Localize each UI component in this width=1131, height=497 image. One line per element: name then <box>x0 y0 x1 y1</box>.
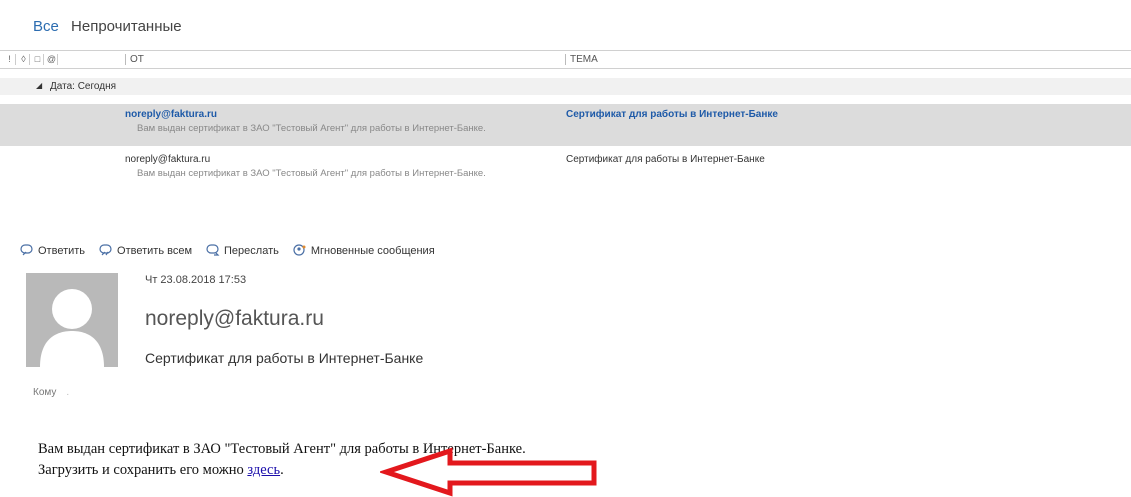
reply-all-button[interactable]: Ответить всем <box>99 244 192 257</box>
sent-date: Чт 23.08.2018 17:53 <box>145 274 247 286</box>
forward-button[interactable]: Переслать <box>206 244 279 257</box>
message-row[interactable]: noreply@faktura.ru Сертификат для работы… <box>0 104 1131 146</box>
message-preview: Вам выдан сертификат в ЗАО "Тестовый Аге… <box>137 168 486 179</box>
filter-tabs: Все Непрочитанные <box>33 18 190 35</box>
reply-all-icon <box>99 244 112 256</box>
reply-label: Ответить <box>38 244 86 257</box>
avatar <box>26 273 118 367</box>
reminder-icon[interactable]: ◊ <box>18 54 30 65</box>
reply-button[interactable]: Ответить <box>20 244 85 257</box>
column-from[interactable]: ОТ <box>125 54 144 65</box>
doc-icon[interactable]: □ <box>32 54 44 65</box>
group-label: Дата: Сегодня <box>50 81 117 92</box>
body-text: Загрузить и сохранить его можно <box>38 462 248 478</box>
sender-address[interactable]: noreply@faktura.ru <box>145 307 324 331</box>
importance-icon[interactable]: ! <box>4 54 16 65</box>
column-icons: ! ◊ □ @ <box>4 54 58 65</box>
column-header: ! ◊ □ @ ОТ ТЕМА <box>0 50 1131 69</box>
collapse-arrow-icon[interactable]: ◢ <box>36 81 42 90</box>
message-row[interactable]: noreply@faktura.ru Сертификат для работы… <box>0 149 1131 191</box>
attachment-icon[interactable]: @ <box>46 54 58 65</box>
tab-all[interactable]: Все <box>33 18 59 35</box>
message-preview: Вам выдан сертификат в ЗАО "Тестовый Аге… <box>137 123 486 134</box>
instant-message-icon <box>293 244 306 256</box>
to-field: Кому. <box>33 387 69 398</box>
annotation-arrow-icon <box>380 447 597 497</box>
message-from: noreply@faktura.ru <box>125 109 217 120</box>
message-subject: Сертификат для работы в Интернет-Банке <box>566 109 778 120</box>
message-subject: Сертификат для работы в Интернет-Банке <box>566 154 765 165</box>
message-from: noreply@faktura.ru <box>125 154 211 165</box>
recipient-placeholder[interactable]: . <box>66 387 69 398</box>
person-silhouette-icon <box>26 273 118 367</box>
tab-unread[interactable]: Непрочитанные <box>71 18 182 35</box>
forward-label: Переслать <box>224 244 279 257</box>
message-title: Сертификат для работы в Интернет-Банке <box>145 350 424 366</box>
instant-message-label: Мгновенные сообщения <box>310 244 435 257</box>
forward-icon <box>206 244 220 256</box>
reply-icon <box>20 244 33 256</box>
reading-actions: Ответить Ответить всем Переслать Мгновен… <box>20 244 435 257</box>
reply-all-label: Ответить всем <box>117 244 193 257</box>
download-link[interactable]: здесь <box>247 462 280 478</box>
body-text-line: Загрузить и сохранить его можно здесь. <box>38 462 284 479</box>
to-label: Кому <box>33 387 57 398</box>
date-group-header[interactable]: ◢ Дата: Сегодня <box>0 78 1131 95</box>
column-subject[interactable]: ТЕМА <box>565 54 598 65</box>
instant-message-button[interactable]: Мгновенные сообщения <box>293 244 435 257</box>
body-punctuation: . <box>280 462 284 478</box>
